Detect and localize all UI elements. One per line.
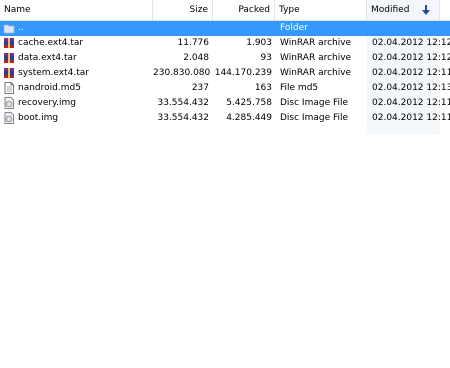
- file-name-cell: system.ext4.tar: [3, 66, 153, 81]
- disc-image-icon: [4, 97, 14, 109]
- file-name: cache.ext4.tar: [18, 38, 84, 48]
- file-packed: 93: [260, 53, 272, 63]
- file-name: data.ext4.tar: [18, 53, 77, 63]
- column-header-modified[interactable]: Modified: [367, 0, 440, 20]
- file-type: Folder: [280, 23, 308, 33]
- folder-up-icon: [3, 24, 15, 34]
- file-type: Disc Image File: [280, 113, 349, 123]
- file-name-cell: nandroid.md5: [3, 81, 153, 96]
- file-packed: 4.285.449: [226, 113, 272, 123]
- file-type: WinRAR archive: [280, 38, 352, 48]
- winrar-archive-icon: [4, 53, 14, 63]
- file-modified: 02.04.2012 12:12: [372, 38, 450, 48]
- file-row[interactable]: system.ext4.tar 230.830.080 144.170.239 …: [0, 66, 450, 81]
- winrar-archive-icon: [4, 68, 14, 78]
- file-packed: [213, 21, 272, 36]
- file-row[interactable]: nandroid.md5 237 163 File md5 02.04.2012…: [0, 81, 450, 96]
- column-header-name[interactable]: Name: [0, 0, 153, 20]
- disc-image-icon: [4, 112, 14, 124]
- file-modified: 02.04.2012 12:13: [372, 83, 450, 93]
- file-name-cell: ..: [3, 21, 153, 36]
- file-name: system.ext4.tar: [18, 68, 89, 78]
- column-header-size[interactable]: Size: [153, 0, 213, 20]
- file-name: boot.img: [18, 113, 59, 123]
- file-packed: 163: [254, 83, 272, 93]
- file-size: [153, 21, 209, 36]
- column-header-modified-label: Modified: [371, 5, 410, 15]
- file-size: 237: [191, 83, 209, 93]
- file-row[interactable]: boot.img 33.554.432 4.285.449 Disc Image…: [0, 111, 450, 126]
- file-modified: 02.04.2012 12:12: [372, 53, 450, 63]
- file-icon: [4, 82, 14, 94]
- file-modified: 02.04.2012 12:11: [372, 68, 450, 78]
- file-name: ..: [18, 23, 24, 33]
- file-size: 2.048: [183, 53, 209, 63]
- file-packed: 1.903: [246, 38, 272, 48]
- file-size: 33.554.432: [157, 98, 209, 108]
- file-modified: 02.04.2012 12:11: [372, 98, 450, 108]
- file-list: .. Folder cache.ext4.tar 11.776 1.903 Wi…: [0, 21, 450, 126]
- column-header-bar: Name Size Packed Type Modified: [0, 0, 450, 21]
- file-type: WinRAR archive: [280, 53, 352, 63]
- column-header-packed[interactable]: Packed: [213, 0, 275, 20]
- file-packed: 144.170.239: [214, 68, 272, 78]
- sort-descending-icon: [422, 5, 430, 15]
- column-header-type[interactable]: Type: [275, 0, 367, 20]
- file-size: 230.830.080: [153, 68, 211, 78]
- file-modified: 02.04.2012 12:11: [372, 113, 450, 123]
- file-packed: 5.425.758: [226, 98, 272, 108]
- file-name-cell: boot.img: [3, 111, 153, 126]
- file-size: 33.554.432: [157, 113, 209, 123]
- file-name: recovery.img: [18, 98, 76, 108]
- file-type: File md5: [280, 83, 319, 93]
- file-size: 11.776: [177, 38, 210, 48]
- file-name-cell: recovery.img: [3, 96, 153, 111]
- file-row[interactable]: cache.ext4.tar 11.776 1.903 WinRAR archi…: [0, 36, 450, 51]
- file-row[interactable]: recovery.img 33.554.432 5.425.758 Disc I…: [0, 96, 450, 111]
- file-row-parent-folder[interactable]: .. Folder: [0, 21, 450, 36]
- file-modified: [372, 21, 450, 36]
- file-row[interactable]: data.ext4.tar 2.048 93 WinRAR archive 02…: [0, 51, 450, 66]
- file-name-cell: cache.ext4.tar: [3, 36, 153, 51]
- file-name: nandroid.md5: [18, 83, 81, 93]
- file-type: WinRAR archive: [280, 68, 352, 78]
- file-type: Disc Image File: [280, 98, 349, 108]
- winrar-archive-icon: [4, 38, 14, 48]
- file-name-cell: data.ext4.tar: [3, 51, 153, 66]
